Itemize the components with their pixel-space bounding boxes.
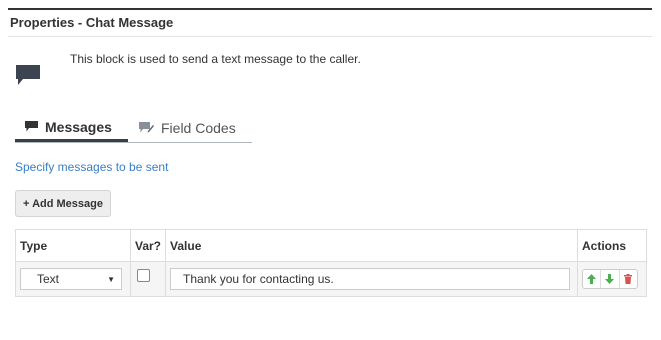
messages-hint: Specify messages to be sent (15, 160, 169, 174)
type-select-value: Text (37, 272, 60, 286)
var-cell (129, 261, 167, 297)
header-var: Var? (129, 229, 167, 262)
title-divider (8, 36, 652, 37)
chat-bubble-icon (25, 121, 38, 132)
messages-table: Type Var? Value Actions Text ▼ Thank you… (15, 229, 647, 297)
arrow-up-icon (587, 274, 597, 284)
chat-message-icon (16, 65, 40, 85)
row-actions (582, 269, 638, 289)
type-cell: Text ▼ (15, 261, 131, 297)
header-actions: Actions (577, 229, 647, 262)
type-select[interactable]: Text ▼ (20, 268, 122, 290)
tab-field-codes-label: Field Codes (161, 119, 236, 136)
header-type: Type (15, 229, 131, 262)
tab-field-codes[interactable]: Field Codes (139, 114, 252, 141)
add-message-button[interactable]: + Add Message (15, 190, 111, 217)
tab-messages[interactable]: Messages (15, 114, 128, 142)
tab-bar: Messages Field Codes (15, 114, 252, 143)
table-header-row: Type Var? Value Actions (15, 229, 647, 262)
arrow-down-icon (605, 274, 615, 284)
pencil-chat-icon (139, 122, 154, 133)
dropdown-caret-icon: ▼ (107, 274, 115, 284)
delete-row-button[interactable] (620, 270, 637, 288)
value-cell: Thank you for contacting us. (165, 261, 578, 297)
header-value: Value (165, 229, 578, 262)
var-checkbox[interactable] (137, 268, 150, 282)
actions-cell (577, 261, 647, 297)
block-description: This block is used to send a text messag… (70, 52, 361, 66)
tab-messages-label: Messages (45, 118, 112, 135)
trash-icon (624, 274, 633, 284)
move-down-button[interactable] (601, 270, 620, 288)
panel-title: Properties - Chat Message (10, 15, 174, 30)
move-up-button[interactable] (583, 270, 602, 288)
table-row: Text ▼ Thank you for contacting us. (15, 261, 647, 297)
message-value-input[interactable]: Thank you for contacting us. (170, 268, 571, 290)
panel-top-border (8, 8, 652, 10)
